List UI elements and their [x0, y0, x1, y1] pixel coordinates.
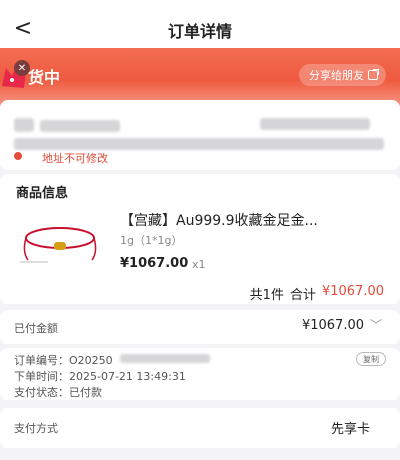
pay-status-label: 支付状态：	[14, 386, 69, 399]
goods-card: 商品信息 【宫藏】Au999.9收藏金足金... 1g（1*1g） ¥1067.…	[0, 174, 400, 304]
order-info-card: 订单编号：O20250 复制 下单时间：2025-07-21 13:49:31 …	[0, 348, 400, 400]
product-thumbnail[interactable]	[16, 208, 106, 280]
external-link-icon	[368, 69, 379, 80]
paid-label: 已付金额	[14, 322, 58, 335]
mascot-avatar: ✕	[0, 58, 30, 90]
order-status-banner: ✕ 货中 分享给朋友	[0, 56, 400, 94]
order-time: 2025-07-21 13:49:31	[69, 370, 186, 383]
payment-method-label: 支付方式	[14, 422, 58, 435]
redacted-phone	[260, 118, 370, 130]
redacted-name	[14, 118, 34, 132]
copy-button[interactable]: 复制	[356, 352, 386, 366]
redacted-address	[14, 138, 384, 150]
paid-amount-row[interactable]: 已付金额 ¥1067.00 ﹀	[0, 310, 400, 344]
total-label: 合计	[289, 288, 316, 303]
order-time-label: 下单时间：	[14, 370, 69, 383]
share-button[interactable]: 分享给朋友	[299, 64, 386, 86]
product-price: ¥1067.00	[120, 256, 189, 271]
share-button-label: 分享给朋友	[309, 69, 364, 82]
bracelet-image	[20, 227, 97, 263]
order-number: O20250	[69, 354, 113, 367]
payment-method-row: 支付方式 先享卡	[0, 408, 400, 448]
warning-dot-icon	[14, 152, 22, 160]
pay-status: 已付款	[69, 386, 102, 399]
product-quantity: x1	[192, 258, 206, 271]
redacted-name	[40, 120, 120, 132]
order-time-line: 下单时间：2025-07-21 13:49:31	[14, 368, 186, 384]
order-number-line: 订单编号：O20250	[14, 352, 113, 368]
order-number-label: 订单编号：	[14, 354, 69, 367]
redacted-order-number	[120, 354, 210, 363]
payment-method-value: 先享卡	[330, 422, 370, 437]
pay-status-line: 支付状态：已付款	[14, 384, 102, 400]
goods-section-title: 商品信息	[16, 186, 69, 201]
product-name[interactable]: 【宫藏】Au999.9收藏金足金...	[120, 210, 380, 230]
address-note: 地址不可修改	[42, 152, 108, 165]
chevron-down-icon[interactable]: ﹀	[370, 316, 382, 333]
order-status-text: 货中	[28, 68, 61, 87]
navigation-bar: < 订单详情	[0, 8, 400, 48]
address-card[interactable]: 地址不可修改	[0, 100, 400, 170]
order-total: 共1件 合计 ¥1067.00	[250, 284, 384, 303]
product-spec: 1g（1*1g）	[120, 234, 183, 247]
total-price: ¥1067.00	[321, 284, 384, 299]
paid-amount: ¥1067.00	[301, 318, 364, 333]
page-title: 订单详情	[167, 22, 232, 41]
item-count: 共1件	[249, 288, 284, 303]
